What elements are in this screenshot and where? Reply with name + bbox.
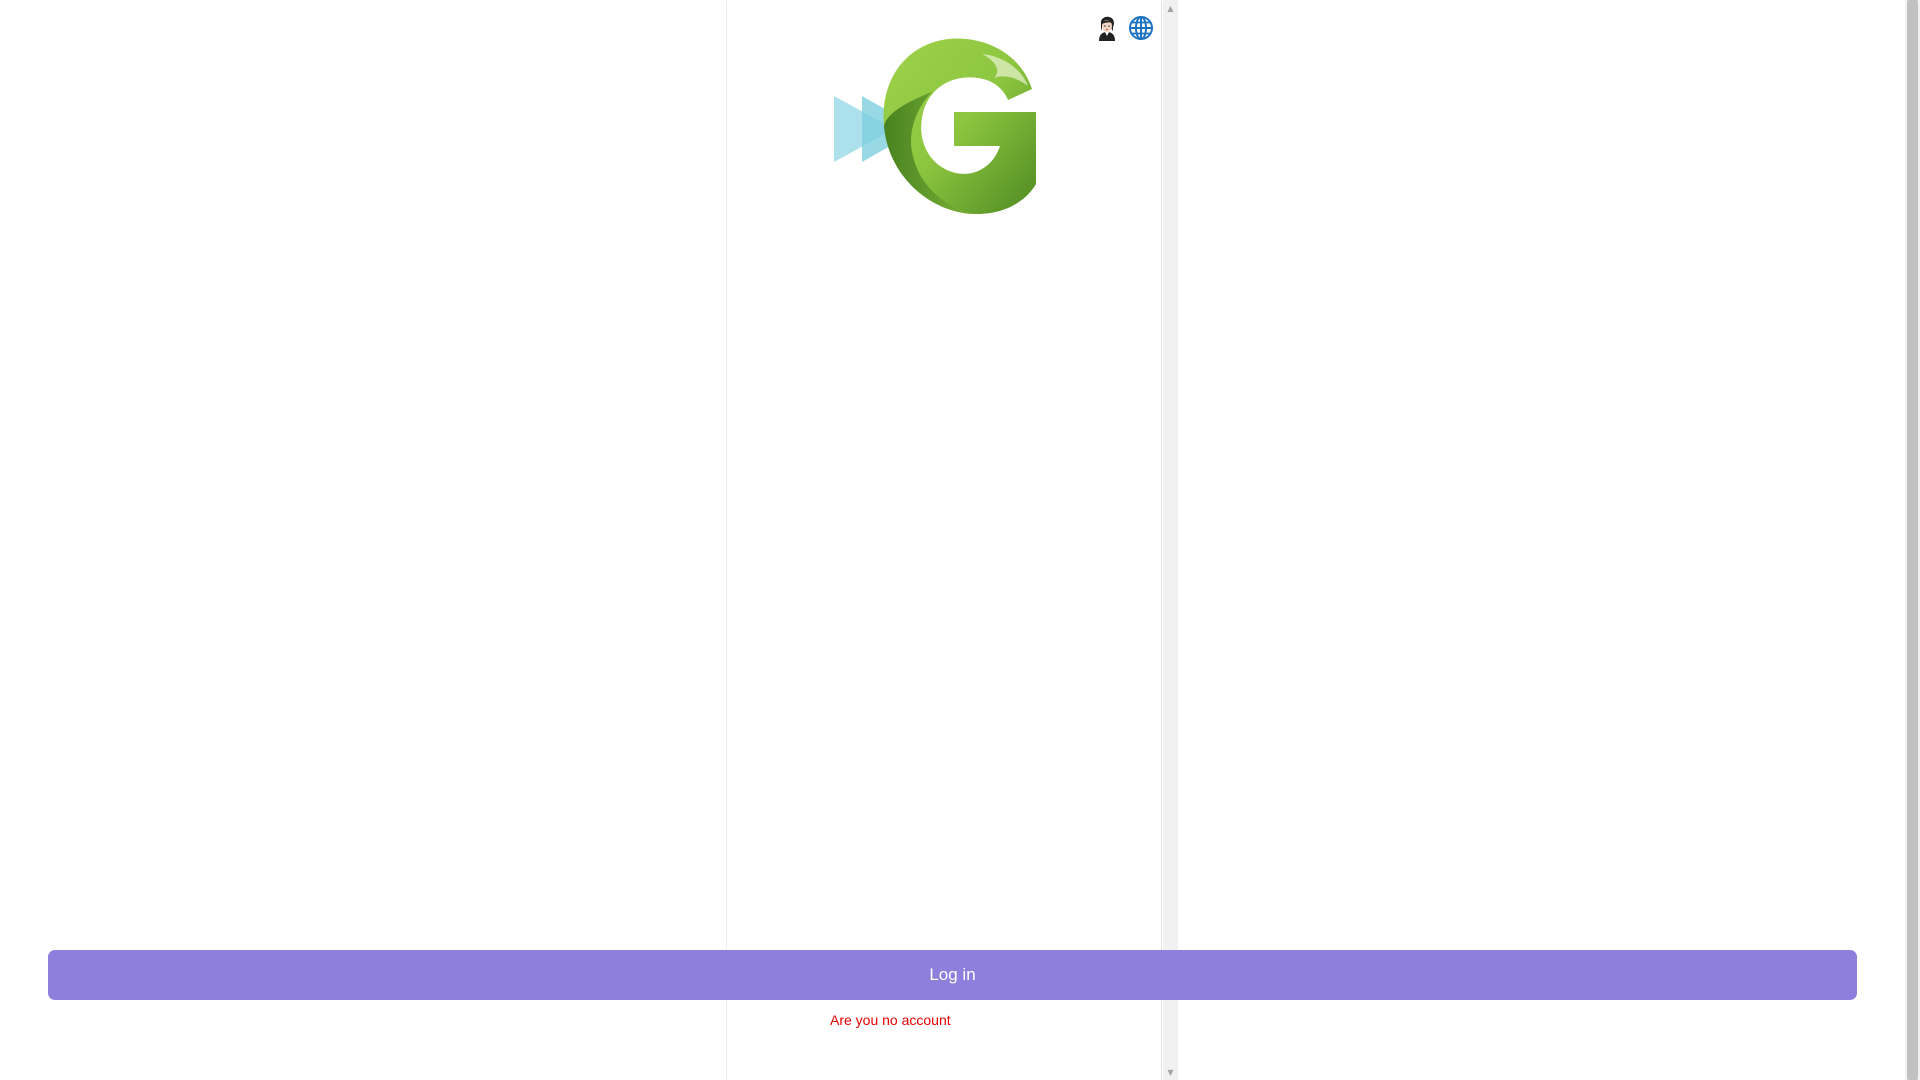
globe-icon[interactable] [1127,14,1155,42]
column-scrollbar[interactable]: ▲ ▼ [1163,0,1178,1080]
login-button[interactable]: Log in [48,950,1857,1000]
signup-link[interactable]: Are you no account [830,1012,951,1028]
user-avatar-icon[interactable] [1093,14,1121,42]
page-scrollbar[interactable] [1905,0,1920,1080]
scroll-down-arrow-icon[interactable]: ▼ [1163,1066,1178,1080]
scroll-up-arrow-icon[interactable]: ▲ [1163,2,1178,16]
header-icons [1093,14,1155,42]
page-viewport: ▲ ▼ Log in Are you no account [0,0,1920,1080]
logo-icon [832,34,1052,216]
page-scrollbar-thumb[interactable] [1907,0,1918,1080]
